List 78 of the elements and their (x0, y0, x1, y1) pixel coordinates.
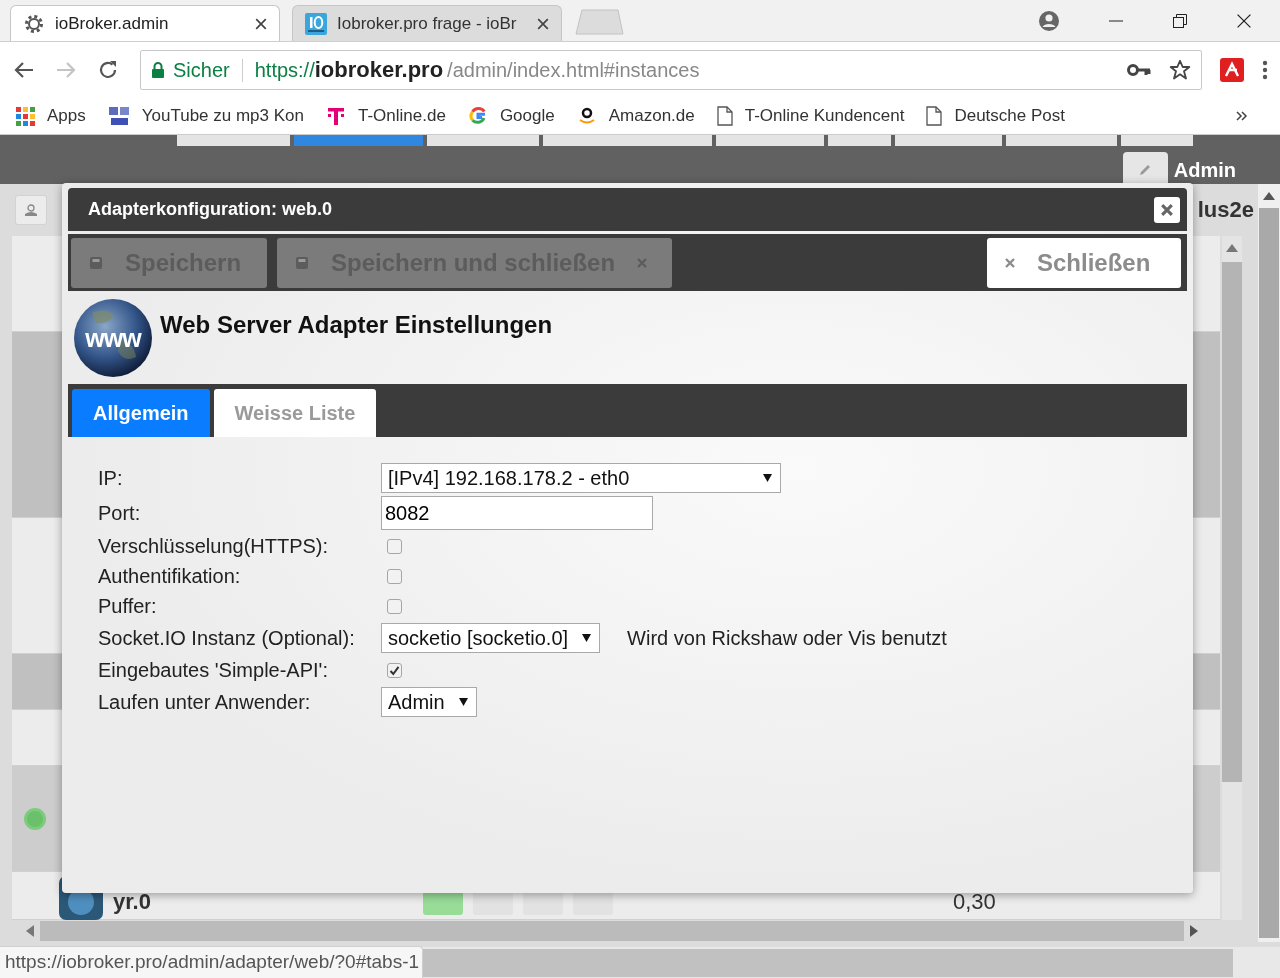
page-icon (716, 106, 733, 126)
checkbox[interactable] (387, 662, 402, 678)
field-label: IP: (98, 466, 124, 490)
dropdown[interactable]: Admin (381, 687, 477, 717)
media-icon (107, 106, 130, 126)
close-icon[interactable] (255, 17, 267, 30)
field-label: Eingebautes 'Simple-API': (98, 658, 329, 682)
scrollbar[interactable] (1258, 184, 1280, 943)
field-label: Laufen unter Anwender: (98, 690, 312, 714)
bookmark-link[interactable]: Amazon.de (576, 106, 695, 126)
bookmark-link[interactable]: T-Online.de (326, 105, 446, 127)
key-icon[interactable] (1127, 63, 1151, 77)
chevron-icon[interactable] (1236, 110, 1248, 122)
bookmark-link[interactable]: Deutsche Post (926, 106, 1065, 126)
pencil-icon (1138, 163, 1153, 177)
dialog-heading: Web Server Adapter Einstellungen (160, 311, 553, 339)
close-icon[interactable] (1236, 12, 1252, 29)
status-dot (22, 806, 48, 833)
instance-name: yr.0 (113, 889, 152, 916)
table-cell: 0,30 (953, 889, 996, 916)
checkbox[interactable] (387, 568, 402, 584)
apps-icon (16, 106, 35, 126)
dropdown[interactable]: socketio [socketio.0] (381, 623, 601, 653)
security-label: Sicher (173, 58, 243, 82)
page-icon (926, 106, 943, 126)
user-icon (24, 203, 38, 218)
address-field[interactable]: Sicher https://iobroker.pro /admin/index.html#instances (140, 50, 1202, 90)
close-icon (1005, 257, 1015, 268)
close-icon (1161, 203, 1173, 216)
user-button[interactable] (15, 195, 47, 226)
bookmark-link[interactable]: T-Online Kundencent (716, 106, 905, 126)
new-tab-button[interactable] (574, 9, 624, 35)
save-icon (89, 255, 103, 270)
close-icon (637, 257, 648, 268)
caret-icon (763, 474, 772, 482)
host-name: lus2e (1197, 197, 1255, 224)
scroll-right-icon[interactable] (1190, 925, 1198, 938)
bookmark-link[interactable]: YouTube zu mp3 Kon (107, 106, 304, 126)
input-field[interactable]: 8082 (381, 496, 653, 530)
help-text: Wird von Rickshaw oder Vis benutzt (627, 626, 947, 650)
close-button[interactable] (1154, 196, 1180, 223)
field-label: Authentifikation: (98, 564, 242, 588)
settings-tab[interactable]: Allgemein (72, 389, 210, 437)
restore-icon[interactable] (1172, 12, 1188, 29)
caret-icon (582, 634, 592, 642)
browser-tab[interactable]: Iobroker.pro frage - ioBr (292, 5, 562, 41)
app-icon (305, 12, 327, 35)
user-name: Admin (1173, 159, 1236, 183)
account-icon[interactable] (1038, 9, 1060, 32)
scroll-up-icon[interactable] (1226, 244, 1238, 253)
checkbox[interactable] (387, 538, 402, 554)
menu-icon[interactable] (1262, 59, 1268, 81)
bookmark-link[interactable]: Google (467, 106, 555, 126)
star-icon[interactable] (1169, 59, 1191, 81)
extension-icon[interactable] (1220, 58, 1244, 82)
scroll-up-icon[interactable] (1263, 192, 1275, 201)
telekom-icon (326, 105, 346, 127)
dialog-title: Adapterkonfiguration: web.0 (88, 199, 332, 220)
globe-logo: www (74, 299, 152, 377)
field-label: Port: (98, 501, 142, 525)
save-icon (295, 255, 309, 270)
gear-icon (23, 12, 45, 35)
scrollbar[interactable] (423, 948, 1233, 977)
field-label: Socket.IO Instanz (Optional): (98, 626, 356, 650)
google-icon (467, 106, 488, 126)
field-label: Puffer: (98, 594, 158, 618)
close-icon[interactable] (537, 17, 549, 30)
field-label: Verschlüsselung(HTTPS): (98, 534, 330, 558)
caret-icon (458, 698, 468, 706)
address-text: https://iobroker.pro /admin/index.html#instances (254, 57, 700, 83)
dropdown[interactable]: [IPv4] 192.168.178.2 - eth0 (381, 463, 781, 493)
checkbox[interactable] (387, 598, 402, 614)
scroll-left-icon[interactable] (26, 925, 34, 938)
bookmark-link[interactable]: Apps (16, 106, 86, 126)
scrollbar[interactable] (1222, 236, 1242, 921)
lock-icon (151, 61, 165, 79)
browser-tab[interactable]: ioBroker.admin (10, 5, 280, 41)
status-url: https://iobroker.pro/admin/adapter/web/?0#tabs-1 (0, 946, 423, 978)
